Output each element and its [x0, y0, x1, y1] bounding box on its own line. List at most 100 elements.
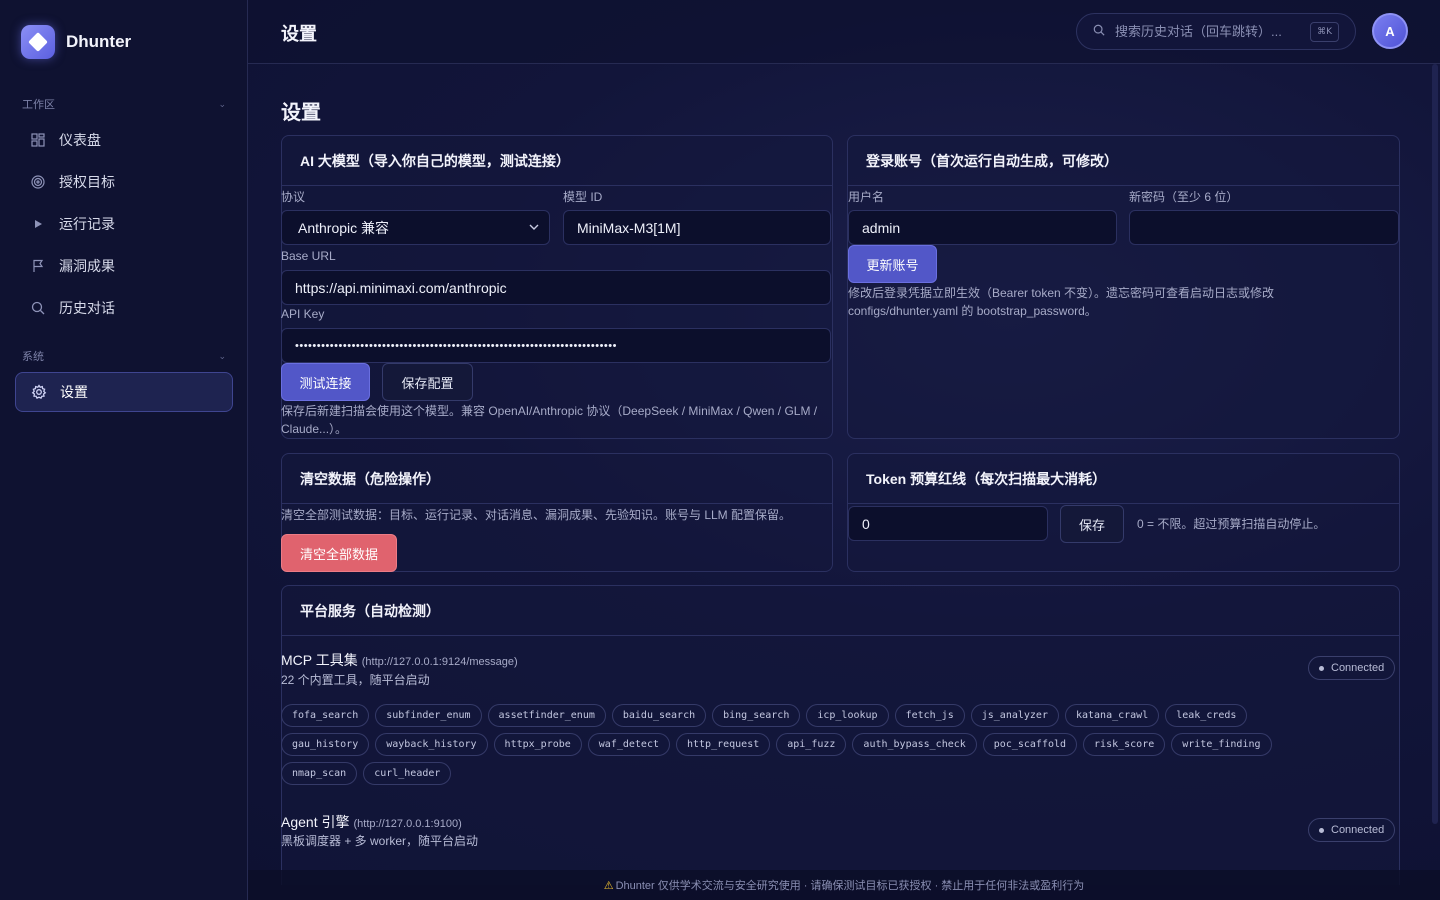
test-connection-button[interactable]: 测试连接	[281, 363, 370, 401]
token-note: 0 = 不限。超过预算扫描自动停止。	[1137, 517, 1326, 531]
api-key-label: API Key	[281, 307, 325, 321]
status-text: Connected	[1331, 662, 1385, 674]
status-dot-icon	[1319, 665, 1324, 671]
agent-service-title: Agent 引擎 (http://127.0.0.1:9100)	[281, 812, 462, 832]
sidebar-item-targets[interactable]: 授权目标	[15, 162, 233, 202]
tool-tag: write_finding	[1171, 733, 1272, 756]
target-icon	[30, 174, 46, 190]
avatar[interactable]: A	[1372, 13, 1408, 49]
sidebar-item-label: 漏洞成果	[59, 258, 115, 274]
protocol-value: Anthropic 兼容	[298, 219, 390, 236]
tool-tag: api_fuzz	[776, 733, 847, 756]
tool-tag: baidu_search	[611, 704, 707, 727]
tool-tag: httpx_probe	[493, 733, 582, 756]
mcp-service-desc: 22 个内置工具，随平台启动	[281, 673, 430, 687]
save-config-button[interactable]: 保存配置	[382, 363, 473, 401]
section-workspace[interactable]: 工作区 ⌄	[22, 96, 226, 112]
sidebar-item-label: 历史对话	[59, 300, 115, 316]
new-password-label: 新密码（至少 6 位）	[1129, 190, 1239, 204]
play-icon	[30, 216, 46, 232]
sidebar-item-settings[interactable]: 设置	[15, 372, 233, 412]
search-icon	[1093, 24, 1105, 39]
sidebar-item-label: 设置	[60, 384, 88, 400]
footer-text: Dhunter 仅供学术交流与安全研究使用 · 请确保测试目标已获授权 · 禁止…	[615, 880, 1085, 892]
status-dot-icon	[1319, 827, 1324, 833]
card-title: AI 大模型（导入你自己的模型，测试连接）	[282, 136, 832, 186]
tool-tag: fetch_js	[894, 704, 965, 727]
search-box[interactable]: ⌘K	[1076, 13, 1356, 50]
tool-tag: bing_search	[712, 704, 801, 727]
gear-icon	[31, 384, 47, 400]
topbar-title: 设置	[281, 24, 317, 44]
tool-tag: fofa_search	[281, 704, 370, 727]
chevron-down-icon: ⌄	[218, 98, 226, 109]
mcp-service-title: MCP 工具集 (http://127.0.0.1:9124/message)	[281, 650, 518, 670]
search-icon	[30, 300, 46, 316]
agent-service-desc: 黑板调度器 + 多 worker，随平台启动	[281, 834, 479, 848]
tool-tag: js_analyzer	[970, 704, 1059, 727]
base-url-label: Base URL	[281, 249, 336, 263]
mcp-service-name: MCP 工具集	[281, 652, 358, 668]
agent-status-badge: Connected	[1308, 818, 1396, 842]
card-title: 清空数据（危险操作）	[282, 454, 832, 504]
tool-tag: subfinder_enum	[375, 704, 482, 727]
search-input[interactable]	[1115, 24, 1305, 39]
tool-tag: assetfinder_enum	[487, 704, 606, 727]
base-url-input[interactable]: https://api.minimaxi.com/anthropic	[281, 270, 831, 305]
card-title: Token 预算红线（每次扫描最大消耗）	[848, 454, 1399, 504]
sidebar-item-label: 授权目标	[59, 174, 115, 190]
sidebar-item-dashboard[interactable]: 仪表盘	[15, 120, 233, 160]
protocol-select[interactable]: Anthropic 兼容	[281, 210, 550, 245]
topbar: 设置 ⌘K A	[248, 0, 1440, 64]
logo-icon	[21, 25, 55, 59]
tool-tag: leak_creds	[1165, 704, 1248, 727]
mcp-service-url: (http://127.0.0.1:9124/message)	[361, 656, 518, 668]
tool-tag: nmap_scan	[281, 762, 358, 785]
sidebar-item-label: 运行记录	[59, 216, 115, 232]
tool-tag-list: fofa_search subfinder_enum assetfinder_enu…	[281, 704, 1341, 785]
card-title: 登录账号（首次运行自动生成，可修改）	[848, 136, 1399, 186]
tool-tag: icp_lookup	[806, 704, 889, 727]
card-title: 平台服务（自动检测）	[282, 586, 1399, 636]
username-label: 用户名	[848, 190, 885, 204]
llm-note: 保存后新建扫描会使用这个模型。兼容 OpenAI/Anthropic 协议（De…	[281, 404, 818, 436]
shortcut-badge: ⌘K	[1310, 22, 1339, 42]
footer-disclaimer: ⚠ Dhunter 仅供学术交流与安全研究使用 · 请确保测试目标已获授权 · …	[248, 870, 1440, 900]
tool-tag: auth_bypass_check	[852, 733, 977, 756]
agent-service-url: (http://127.0.0.1:9100)	[353, 818, 462, 830]
protocol-label: 协议	[281, 190, 306, 204]
model-id-input[interactable]: MiniMax-M3[1M]	[563, 210, 831, 245]
flag-icon	[30, 258, 46, 274]
brand[interactable]: Dhunter	[21, 25, 131, 59]
page-title: 设置	[281, 102, 321, 124]
tool-tag: risk_score	[1083, 733, 1166, 756]
new-password-input[interactable]	[1129, 210, 1399, 245]
tool-tag: http_request	[676, 733, 771, 756]
status-text: Connected	[1331, 824, 1385, 836]
sidebar-item-history[interactable]: 历史对话	[15, 288, 233, 328]
scrollbar[interactable]	[1432, 64, 1438, 824]
sidebar: Dhunter 工作区 ⌄ 仪表盘 授权目标 运行记录 漏洞成果 历史对话 系统…	[0, 0, 248, 900]
clear-all-data-button[interactable]: 清空全部数据	[281, 534, 397, 572]
token-budget-input[interactable]: 0	[848, 506, 1048, 541]
chevron-down-icon	[529, 222, 539, 233]
chevron-down-icon: ⌄	[218, 350, 226, 361]
update-account-button[interactable]: 更新账号	[848, 245, 937, 283]
clear-data-note: 清空全部测试数据：目标、运行记录、对话消息、漏洞成果、先验知识。账号与 LLM …	[281, 508, 792, 522]
section-label: 工作区	[22, 99, 55, 111]
tool-tag: waf_detect	[587, 733, 670, 756]
api-key-input[interactable]: ••••••••••••••••••••••••••••••••••••••••…	[281, 328, 831, 363]
brand-name: Dhunter	[66, 32, 132, 51]
save-token-button[interactable]: 保存	[1060, 505, 1124, 543]
sidebar-item-label: 仪表盘	[59, 132, 101, 148]
grid-icon	[30, 132, 46, 148]
warning-icon: ⚠	[603, 879, 614, 892]
agent-service-name: Agent 引擎	[281, 814, 350, 830]
sidebar-item-runs[interactable]: 运行记录	[15, 204, 233, 244]
section-label: 系统	[22, 351, 44, 363]
username-input[interactable]: admin	[848, 210, 1117, 245]
section-system[interactable]: 系统 ⌄	[22, 348, 226, 364]
sidebar-item-findings[interactable]: 漏洞成果	[15, 246, 233, 286]
mcp-status-badge: Connected	[1308, 656, 1396, 680]
model-id-label: 模型 ID	[563, 190, 603, 204]
